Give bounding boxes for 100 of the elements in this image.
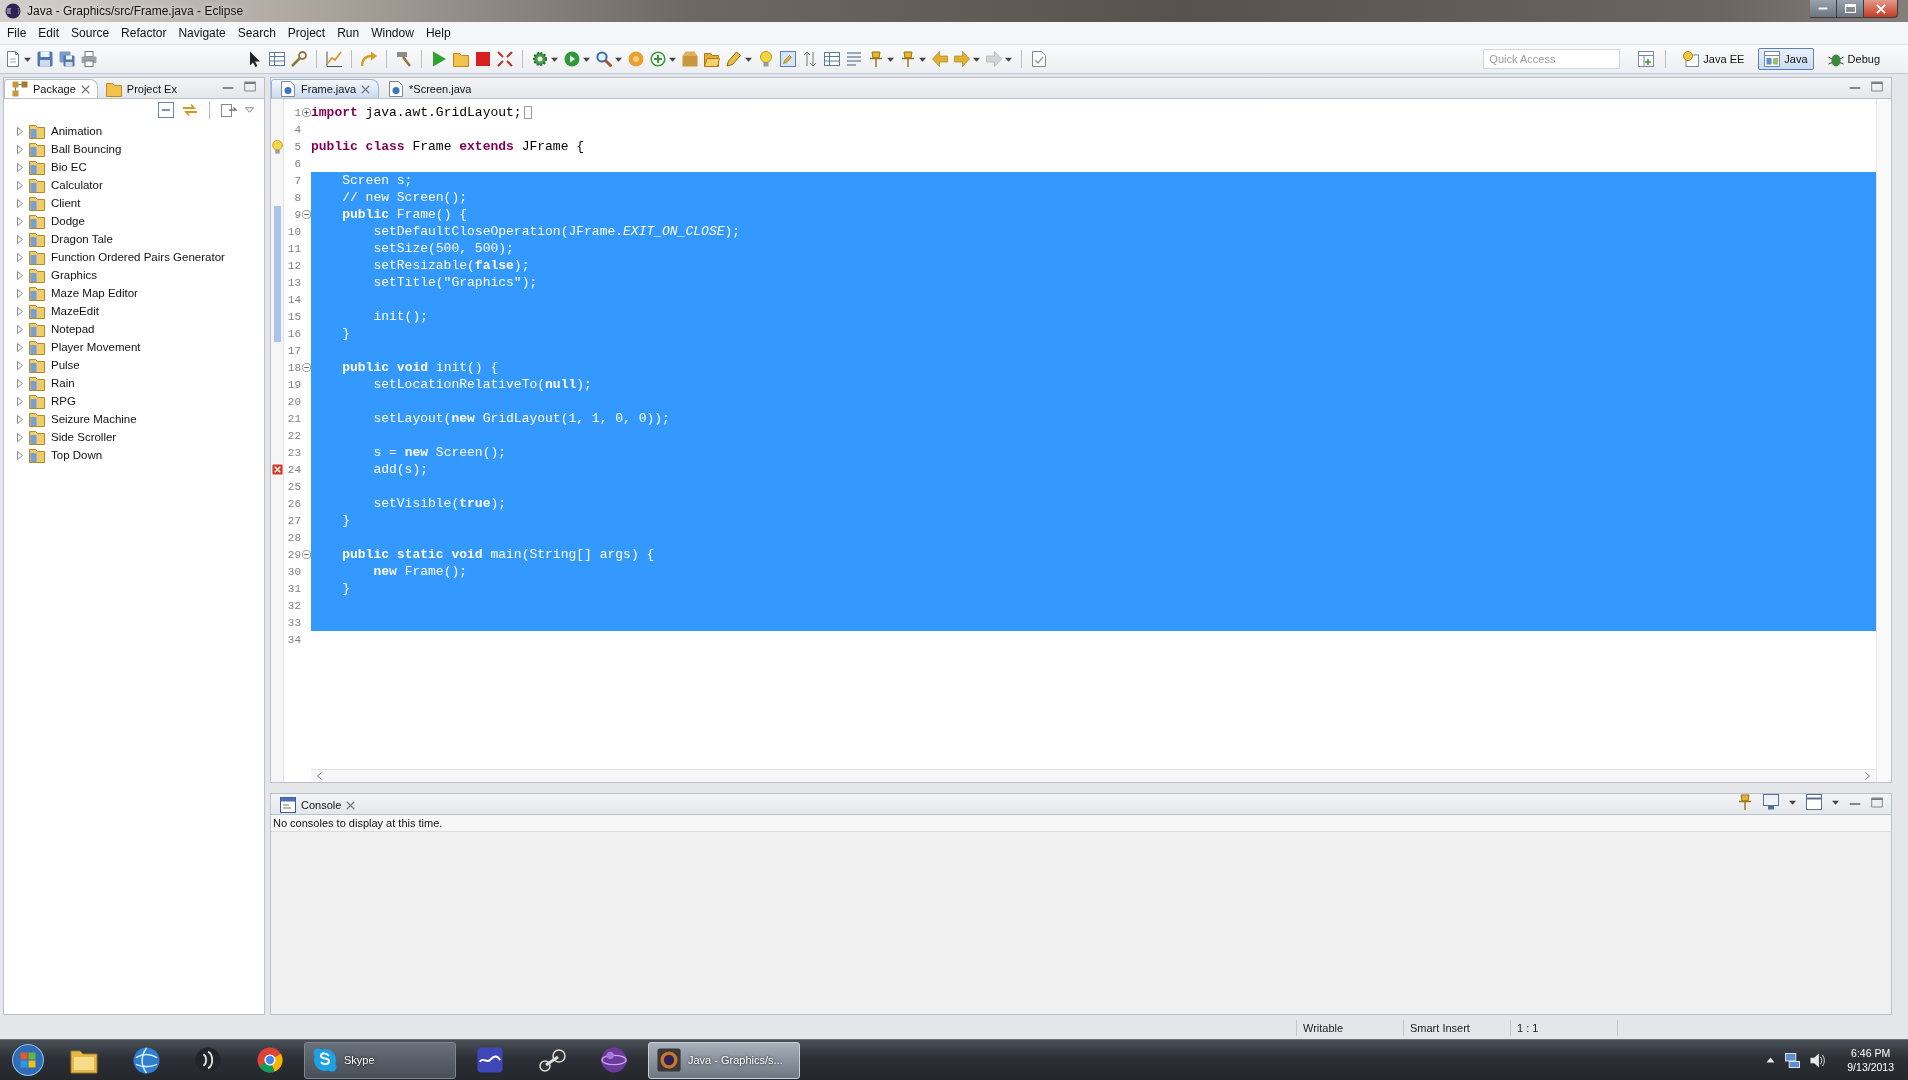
view-menu-icon[interactable]	[245, 107, 254, 113]
curved-arrow-icon[interactable]	[361, 51, 377, 67]
menu-item[interactable]: Navigate	[172, 23, 232, 43]
printer-icon[interactable]	[81, 51, 97, 67]
dropdown-caret-icon[interactable]	[551, 56, 558, 62]
caret-up-icon[interactable]	[1766, 1057, 1776, 1063]
collapse-all-icon[interactable]	[158, 102, 174, 118]
linked-circles-icon[interactable]	[538, 1047, 566, 1073]
cog-icon[interactable]	[532, 51, 548, 67]
menu-item[interactable]: Edit	[32, 23, 66, 43]
project-name[interactable]: Animation	[51, 125, 103, 137]
arrow-left-icon[interactable]	[932, 51, 948, 67]
dropdown-caret-icon[interactable]	[615, 56, 622, 62]
menu-item[interactable]: Window	[365, 23, 420, 43]
wave-icon[interactable]	[477, 1047, 503, 1073]
perspective-button[interactable]: Debug	[1821, 48, 1886, 70]
page-icon[interactable]	[5, 51, 21, 67]
circle-plus-icon[interactable]	[650, 51, 666, 67]
open-folder-icon[interactable]	[704, 51, 720, 67]
quick-access-field[interactable]: Quick Access	[1483, 49, 1621, 69]
minus-circle-icon[interactable]	[301, 550, 311, 559]
page-arrow-icon[interactable]	[221, 102, 237, 118]
checked-page-icon[interactable]	[1031, 51, 1047, 67]
dropdown-caret-icon[interactable]	[24, 56, 31, 62]
menu-item[interactable]: Project	[281, 23, 332, 43]
project-name[interactable]: Seizure Machine	[51, 413, 137, 425]
dropdown-caret-icon[interactable]	[973, 56, 980, 62]
project-name[interactable]: Function Ordered Pairs Generator	[51, 251, 225, 263]
dropdown-caret-icon[interactable]	[887, 56, 894, 62]
hammer-icon[interactable]	[396, 51, 412, 67]
dropdown-caret-icon[interactable]	[745, 56, 752, 62]
minus-circle-icon[interactable]	[301, 363, 311, 372]
dropdown-caret-icon[interactable]	[919, 56, 926, 62]
box-icon[interactable]	[682, 51, 698, 67]
project-name[interactable]: Player Movement	[51, 341, 141, 353]
split-arrows-icon[interactable]	[497, 51, 513, 67]
taskbar-window-button[interactable]: Skype	[304, 1041, 456, 1079]
dropdown-caret-icon[interactable]	[1005, 56, 1012, 62]
dropdown-caret-icon[interactable]	[669, 56, 676, 62]
close-button[interactable]	[1864, 0, 1898, 18]
minimize-button[interactable]	[1810, 0, 1837, 18]
project-name[interactable]: MazeEdit	[51, 305, 99, 317]
table-icon[interactable]	[824, 51, 840, 67]
project-name[interactable]: Calculator	[51, 179, 103, 191]
view-tab[interactable]: Package	[4, 79, 98, 98]
project-name[interactable]: Side Scroller	[51, 431, 117, 443]
text-lines-icon[interactable]	[846, 51, 862, 67]
search-icon[interactable]	[596, 51, 612, 67]
close-icon[interactable]	[346, 800, 356, 810]
menu-item[interactable]: Source	[65, 23, 116, 43]
minus-circle-icon[interactable]	[301, 210, 311, 219]
sound-waves-icon[interactable]	[195, 1047, 221, 1073]
start-orb-icon[interactable]	[12, 1044, 44, 1076]
project-name[interactable]: Graphics	[51, 269, 98, 281]
display-icon[interactable]	[1763, 794, 1779, 810]
planet-icon[interactable]	[601, 1047, 627, 1073]
project-name[interactable]: Rain	[51, 377, 75, 389]
pencil-icon[interactable]	[726, 51, 742, 67]
segmented-circle-icon[interactable]	[257, 1047, 283, 1073]
stop-icon[interactable]	[475, 51, 491, 67]
editor-tab[interactable]: *Screen.java	[379, 79, 481, 98]
maximize-icon[interactable]	[1871, 80, 1883, 92]
scroll-right-icon[interactable]	[1865, 772, 1870, 780]
maximize-icon[interactable]	[244, 80, 256, 92]
perspective-button[interactable]: Java EE	[1677, 48, 1751, 70]
project-name[interactable]: Notepad	[51, 323, 95, 335]
open-perspective-icon[interactable]	[1638, 51, 1655, 67]
window-icon[interactable]	[1806, 794, 1822, 810]
menu-item[interactable]: Run	[331, 23, 366, 43]
circle-play-icon[interactable]	[564, 51, 580, 67]
project-name[interactable]: Bio EC	[51, 161, 87, 173]
dropdown-caret-icon[interactable]	[1832, 799, 1839, 805]
project-name[interactable]: Pulse	[51, 359, 80, 371]
disc-icon[interactable]	[628, 51, 644, 67]
project-name[interactable]: RPG	[51, 395, 76, 407]
menu-item[interactable]: File	[1, 23, 33, 43]
pointer-icon[interactable]	[247, 51, 263, 67]
pin-icon[interactable]	[868, 51, 884, 67]
project-name[interactable]: Client	[51, 197, 81, 209]
project-name[interactable]: Top Down	[51, 449, 103, 461]
scroll-left-icon[interactable]	[317, 772, 322, 780]
menu-item[interactable]: Search	[231, 23, 282, 43]
project-name[interactable]: Dodge	[51, 215, 85, 227]
project-name[interactable]: Dragon Tale	[51, 233, 113, 245]
dropdown-caret-icon[interactable]	[583, 56, 590, 62]
network-icon[interactable]	[1785, 1052, 1801, 1068]
plus-circle-icon[interactable]	[301, 108, 311, 117]
chart-icon[interactable]	[326, 51, 342, 67]
close-icon[interactable]	[80, 84, 90, 94]
close-icon[interactable]	[361, 84, 371, 94]
pin-icon[interactable]	[900, 51, 916, 67]
menu-item[interactable]: Help	[419, 23, 457, 43]
up-down-arrows-icon[interactable]	[802, 51, 818, 67]
two-floppy-disks-icon[interactable]	[59, 51, 75, 67]
pin-icon[interactable]	[1737, 794, 1753, 810]
globe-icon[interactable]	[132, 1046, 160, 1074]
play-icon[interactable]	[431, 51, 447, 67]
speaker-icon[interactable]	[1810, 1052, 1826, 1068]
lightbulb-icon[interactable]	[758, 51, 774, 67]
horizontal-scrollbar[interactable]	[311, 769, 1876, 782]
